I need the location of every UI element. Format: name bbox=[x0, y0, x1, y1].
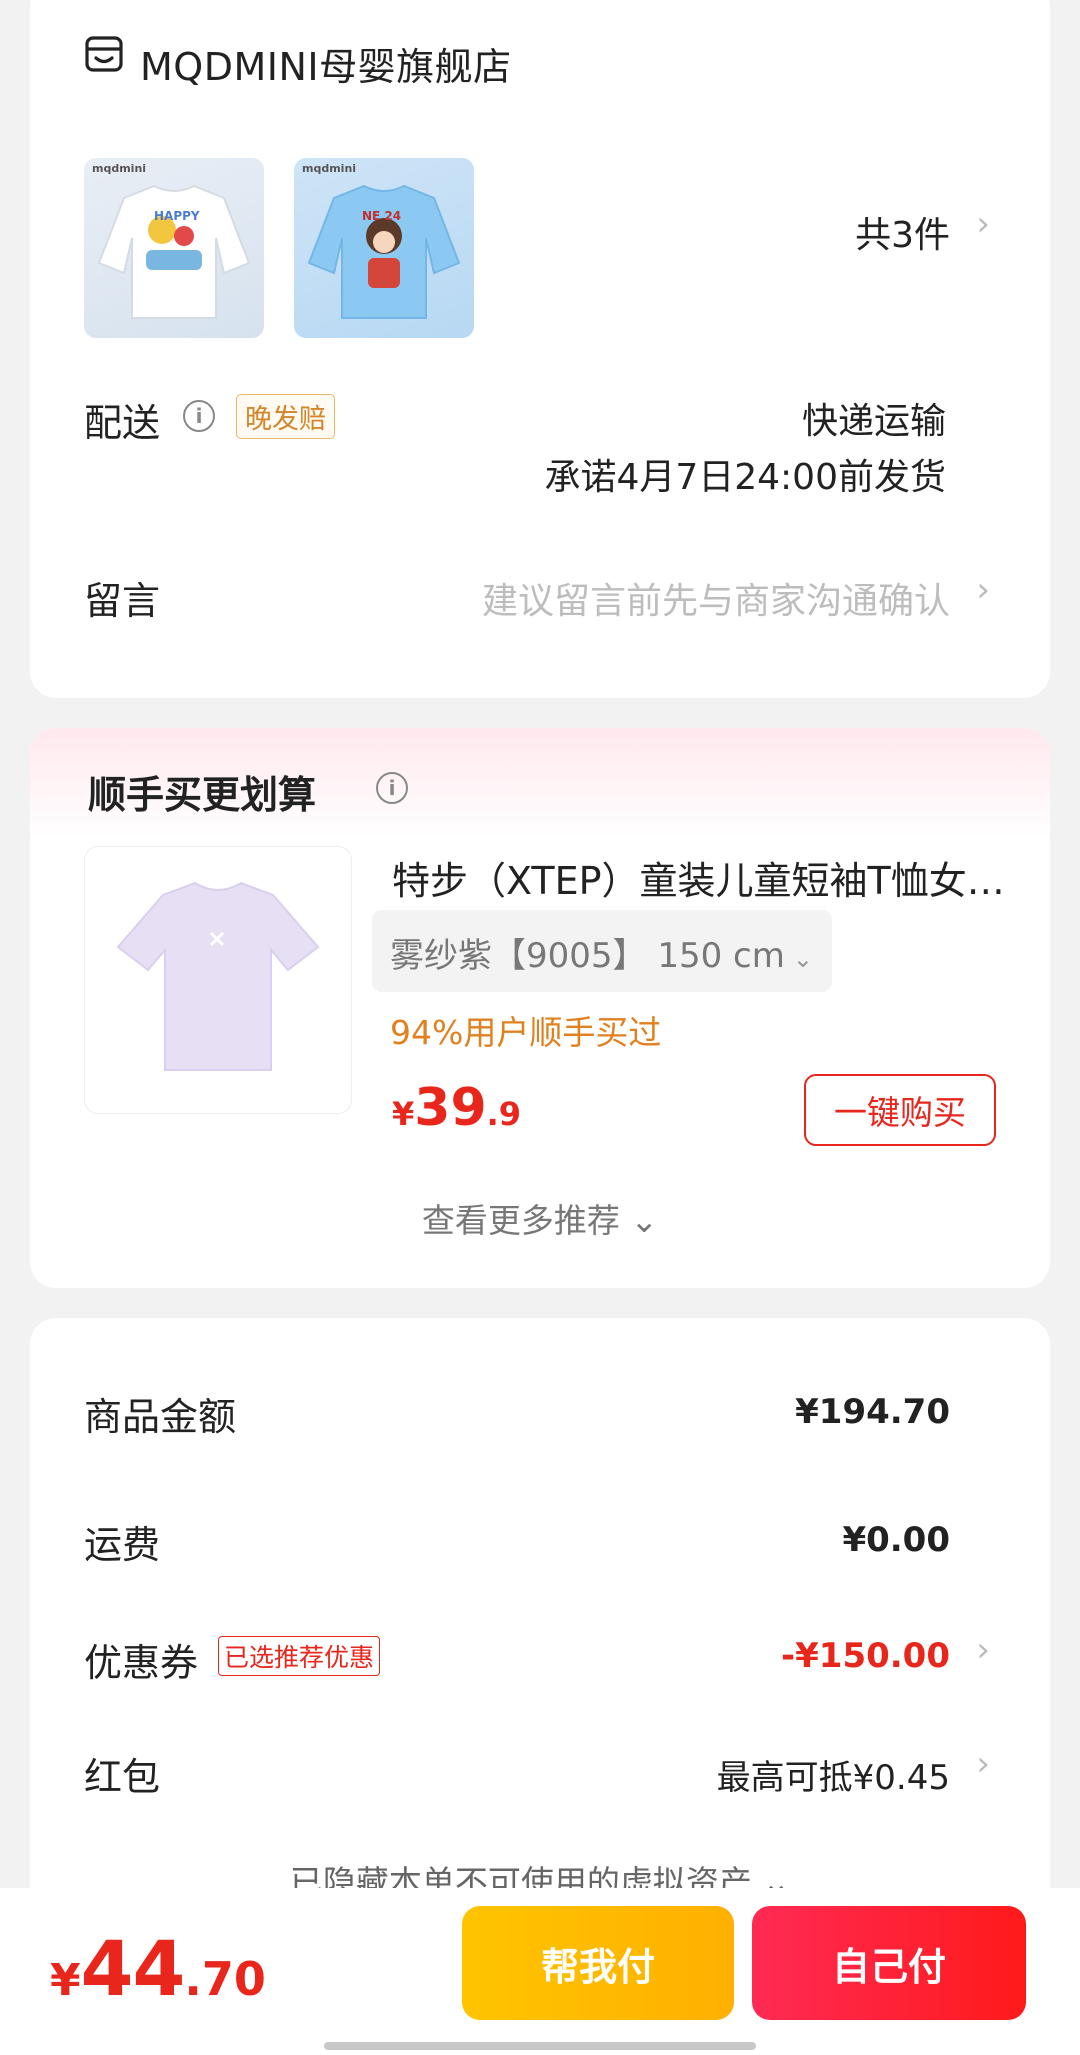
red-packet-value[interactable]: 最高可抵¥0.45 bbox=[717, 1750, 950, 1799]
recommended-product-name[interactable]: 特步（XTEP）童装儿童短袖T恤女童夏季 bbox=[392, 850, 1012, 905]
help-me-pay-button[interactable]: 帮我付 bbox=[462, 1906, 734, 2020]
chevron-right-icon: › bbox=[976, 204, 990, 244]
goods-amount-label: 商品金额 bbox=[84, 1395, 237, 1439]
message-label: 留言 bbox=[84, 579, 161, 623]
chevron-right-icon: › bbox=[976, 1744, 990, 1784]
info-icon[interactable]: i bbox=[376, 772, 408, 804]
shipping-value: ¥0.00 bbox=[842, 1520, 950, 1560]
red-packet-label: 红包 bbox=[84, 1755, 161, 1799]
price-currency: ¥ bbox=[392, 1095, 415, 1133]
sweatshirt-image: HAPPY bbox=[97, 184, 251, 319]
coupon-label: 优惠券 bbox=[84, 1641, 199, 1685]
chevron-down-icon: ⌄ bbox=[630, 1201, 659, 1240]
store-name[interactable]: MQDMINI母婴旗舰店 bbox=[140, 36, 512, 91]
item-count[interactable]: 共3件 bbox=[855, 206, 950, 258]
thumbnail-brand: mqdmini bbox=[92, 162, 147, 175]
delivery-promise: 承诺4月7日24:00前发货 bbox=[544, 457, 946, 498]
goods-amount-value: ¥194.70 bbox=[795, 1392, 950, 1432]
thumbnail-tag: HAPPY bbox=[154, 209, 200, 223]
thumbnail-tag: NE 24 bbox=[362, 209, 401, 223]
shipping-label: 运费 bbox=[84, 1523, 161, 1567]
tshirt-image bbox=[116, 881, 320, 1071]
see-more-label: 查看更多推荐 bbox=[421, 1201, 620, 1240]
total-price: ¥44.70 bbox=[50, 1924, 266, 2013]
sweatshirt-image: NE 24 bbox=[307, 184, 461, 319]
chevron-down-icon: ⌄ bbox=[792, 945, 813, 973]
info-icon[interactable]: i bbox=[183, 400, 215, 432]
total-decimal: .70 bbox=[184, 1952, 266, 2006]
delivery-method: 快递运输 bbox=[801, 401, 946, 442]
chevron-right-icon: › bbox=[976, 570, 990, 610]
message-input[interactable]: 建议留言前先与商家沟通确认 bbox=[482, 572, 950, 624]
late-compensation-badge: 晚发赔 bbox=[236, 394, 335, 439]
checkout-bar: ¥44.70 帮我付 自己付 bbox=[0, 1888, 1080, 2055]
see-more-recommendations[interactable]: 查看更多推荐 ⌄ bbox=[30, 1194, 1050, 1242]
product-thumbnail[interactable]: mqdmini NE 24 bbox=[294, 158, 474, 338]
price-integer: 39 bbox=[414, 1078, 487, 1138]
recommendation-card: 顺手买更划算 i 特步（XTEP）童装儿童短袖T恤女童夏季 雾纱紫【9005】 … bbox=[30, 728, 1050, 1288]
variant-selector[interactable]: 雾纱紫【9005】 150 cm ⌄ bbox=[372, 910, 832, 992]
thumbnail-brand: mqdmini bbox=[302, 162, 357, 175]
total-integer: 44 bbox=[80, 1924, 186, 2013]
variant-value: 雾纱紫【9005】 150 cm bbox=[390, 936, 785, 976]
total-currency: ¥ bbox=[50, 1955, 81, 2006]
coupon-badge: 已选推荐优惠 bbox=[218, 1636, 381, 1676]
home-indicator[interactable] bbox=[324, 2042, 756, 2050]
coupon-value[interactable]: -¥150.00 bbox=[781, 1636, 950, 1676]
chevron-right-icon: › bbox=[976, 1630, 990, 1670]
one-click-buy-button[interactable]: 一键购买 bbox=[804, 1074, 996, 1146]
pay-myself-button[interactable]: 自己付 bbox=[752, 1906, 1026, 2020]
store-icon bbox=[84, 34, 124, 74]
recommendation-title: 顺手买更划算 bbox=[88, 773, 317, 817]
product-thumbnail[interactable]: mqdmini HAPPY bbox=[84, 158, 264, 338]
recommended-product-image[interactable] bbox=[84, 846, 352, 1114]
price-summary-card: 商品金额 ¥194.70 运费 ¥0.00 优惠券 已选推荐优惠 -¥150.0… bbox=[30, 1318, 1050, 1918]
recommended-price: ¥39.9 bbox=[392, 1078, 521, 1138]
store-card: MQDMINI母婴旗舰店 mqdmini HAPPY mqdmini NE 24… bbox=[30, 0, 1050, 698]
purchase-stat: 94%用户顺手买过 bbox=[390, 1013, 662, 1052]
delivery-label: 配送 bbox=[84, 401, 161, 445]
price-decimal: .9 bbox=[486, 1095, 522, 1133]
